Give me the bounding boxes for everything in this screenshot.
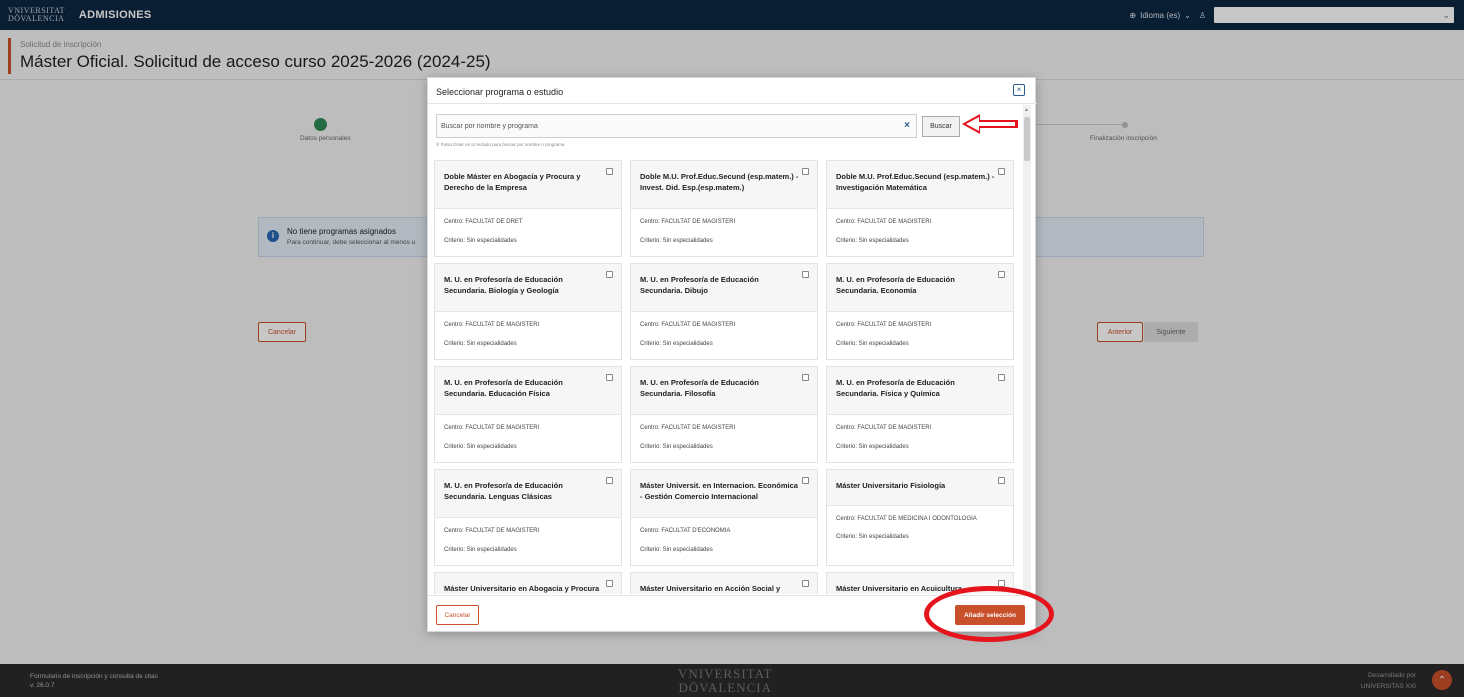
- dialog-body: × Buscar ⚲ Pulsa Enter en tu teclado par…: [428, 104, 1037, 594]
- search-button[interactable]: Buscar: [922, 116, 960, 137]
- program-checkbox[interactable]: [802, 374, 809, 381]
- program-checkbox[interactable]: [802, 580, 809, 587]
- search-icon: ⚲: [436, 142, 440, 147]
- close-icon[interactable]: ×: [1013, 84, 1025, 96]
- search-hint: ⚲ Pulsa Enter en tu teclado para buscar …: [436, 142, 565, 147]
- clear-icon[interactable]: ×: [904, 120, 910, 131]
- program-checkbox[interactable]: [606, 477, 613, 484]
- highlight-ellipse-annotation: [924, 586, 1054, 642]
- program-card[interactable]: Máster Universit. en Internacion. Económ…: [630, 469, 818, 566]
- program-card[interactable]: M. U. en Profesor/a de Educación Secunda…: [434, 366, 622, 463]
- program-checkbox[interactable]: [998, 271, 1005, 278]
- dialog-title: Seleccionar programa o estudio: [436, 87, 564, 97]
- program-checkbox[interactable]: [998, 374, 1005, 381]
- program-card[interactable]: M. U. en Profesor/a de Educación Secunda…: [434, 469, 622, 566]
- scroll-up-icon[interactable]: ▲: [1024, 107, 1029, 113]
- program-card[interactable]: Doble Máster en Abogacía y Procura y Der…: [434, 160, 622, 257]
- program-card[interactable]: Doble M.U. Prof.Educ.Secund (esp.matem.)…: [630, 160, 818, 257]
- program-checkbox[interactable]: [998, 477, 1005, 484]
- program-checkbox[interactable]: [802, 168, 809, 175]
- program-card[interactable]: Máster Universitario en Abogacía y Procu…: [434, 572, 622, 594]
- program-card[interactable]: M. U. en Profesor/a de Educación Secunda…: [434, 263, 622, 360]
- program-checkbox[interactable]: [802, 477, 809, 484]
- program-card[interactable]: M. U. en Profesor/a de Educación Secunda…: [826, 366, 1014, 463]
- program-card[interactable]: Doble M.U. Prof.Educ.Secund (esp.matem.)…: [826, 160, 1014, 257]
- program-card[interactable]: Máster Universitario Fisiología Centro: …: [826, 469, 1014, 566]
- program-card[interactable]: M. U. en Profesor/a de Educación Secunda…: [826, 263, 1014, 360]
- arrow-annotation-icon: [962, 114, 1018, 134]
- scroll-thumb[interactable]: [1024, 117, 1030, 161]
- program-card[interactable]: Máster Universitario en Acción Social y …: [630, 572, 818, 594]
- program-select-dialog: Seleccionar programa o estudio × × Busca…: [427, 77, 1037, 632]
- search-input[interactable]: [437, 115, 887, 138]
- program-card[interactable]: M. U. en Profesor/a de Educación Secunda…: [630, 263, 818, 360]
- program-checkbox[interactable]: [606, 374, 613, 381]
- dialog-cancel-button[interactable]: Cancelar: [436, 605, 479, 625]
- program-card[interactable]: M. U. en Profesor/a de Educación Secunda…: [630, 366, 818, 463]
- program-checkbox[interactable]: [802, 271, 809, 278]
- program-checkbox[interactable]: [606, 271, 613, 278]
- dialog-scrollbar[interactable]: ▲: [1023, 105, 1031, 593]
- program-checkbox[interactable]: [606, 168, 613, 175]
- search-field: ×: [436, 114, 917, 138]
- program-checkbox[interactable]: [998, 168, 1005, 175]
- program-checkbox[interactable]: [606, 580, 613, 587]
